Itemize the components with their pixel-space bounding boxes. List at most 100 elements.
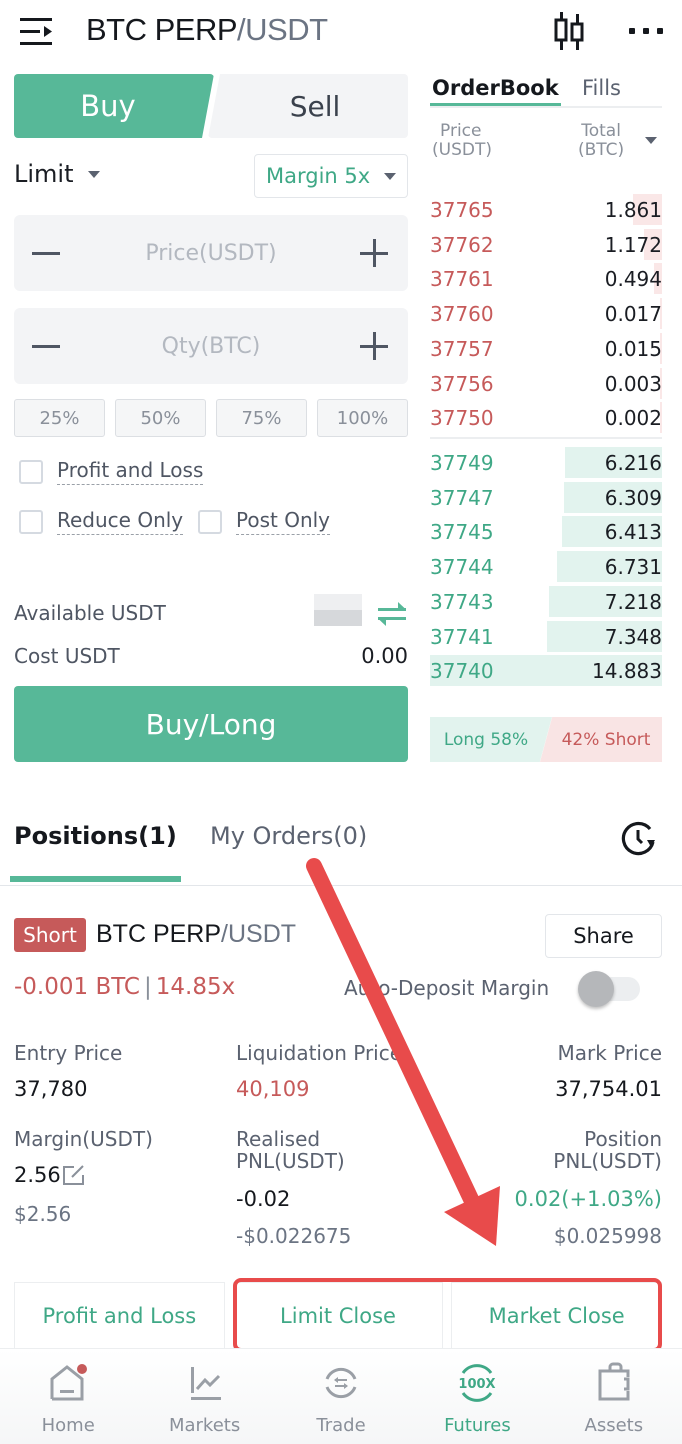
position-symbol-base: BTC PERP xyxy=(96,920,222,948)
plus-icon[interactable] xyxy=(360,239,390,269)
ask-row[interactable]: 37765 1.861 xyxy=(430,194,662,226)
ask-total: 1.861 xyxy=(604,198,662,222)
ask-row[interactable]: 37762 1.172 xyxy=(430,228,662,261)
post-only-checkbox-row[interactable]: Post Only xyxy=(198,508,331,535)
bid-row[interactable]: 37741 7.348 xyxy=(430,620,662,653)
nav-item-futures[interactable]: 100X Futures xyxy=(409,1349,545,1444)
qty-input[interactable] xyxy=(84,308,338,384)
trade-exchange-icon xyxy=(325,1367,357,1399)
reduce-only-checkbox-row[interactable]: Reduce Only xyxy=(19,508,184,535)
plus-icon[interactable] xyxy=(360,332,390,362)
ask-price: 37756 xyxy=(430,371,494,396)
ask-row[interactable]: 37757 0.015 xyxy=(430,332,662,365)
bid-row[interactable]: 37745 6.413 xyxy=(430,516,662,548)
ask-row[interactable]: 37750 0.002 xyxy=(430,402,662,434)
bid-row[interactable]: 37744 6.731 xyxy=(430,551,662,583)
bid-price: 37749 xyxy=(430,451,494,475)
menu-icon[interactable] xyxy=(20,16,54,48)
ask-total: 0.003 xyxy=(604,371,662,396)
tab-fills[interactable]: Fills xyxy=(582,76,621,100)
realised-label-line2: PNL(USDT) xyxy=(236,1149,345,1173)
post-only-checkbox[interactable] xyxy=(198,509,222,534)
reduce-only-checkbox[interactable] xyxy=(19,509,43,534)
minus-icon[interactable] xyxy=(32,239,62,267)
profit-loss-button[interactable]: Profit and Loss xyxy=(14,1282,225,1348)
ask-price: 37761 xyxy=(430,267,494,292)
orderbook-divider xyxy=(430,437,662,439)
percent-25-button[interactable]: 25% xyxy=(14,399,105,437)
transfer-icon[interactable] xyxy=(376,600,408,628)
ask-price: 37760 xyxy=(430,302,494,327)
order-type-select[interactable]: Limit xyxy=(14,160,100,188)
bid-row[interactable]: 37747 6.309 xyxy=(430,481,662,514)
ask-row[interactable]: 37761 0.494 xyxy=(430,263,662,295)
price-input[interactable] xyxy=(84,215,338,291)
positions-tabs: Positions(1) My Orders(0) xyxy=(0,800,682,886)
bid-row[interactable]: 37749 6.216 xyxy=(430,447,662,479)
margin-select[interactable]: Margin 5x xyxy=(254,154,408,198)
nav-item-home[interactable]: Home xyxy=(0,1349,136,1444)
ask-total: 0.017 xyxy=(604,302,662,327)
ask-price: 37762 xyxy=(430,232,494,257)
percent-75-button[interactable]: 75% xyxy=(216,399,307,437)
bid-price: 37740 xyxy=(430,659,494,684)
ask-total: 1.172 xyxy=(604,232,662,257)
ask-row[interactable]: 37760 0.017 xyxy=(430,298,662,330)
home-icon xyxy=(50,1364,88,1401)
sort-dropdown-icon[interactable] xyxy=(645,137,657,144)
position-quantity: -0.001 BTC xyxy=(14,974,140,1000)
history-icon[interactable] xyxy=(620,820,660,858)
limit-close-button[interactable]: Limit Close xyxy=(232,1282,444,1348)
separator: | xyxy=(144,974,152,1000)
position-pnl-label-line2: PNL(USDT) xyxy=(553,1149,662,1173)
price-column-header: Price (USDT) xyxy=(432,122,492,160)
total-column-header[interactable]: Total (BTC) xyxy=(578,122,624,160)
profit-loss-checkbox[interactable] xyxy=(19,459,43,484)
orderbook-tabs: OrderBook Fills xyxy=(430,74,662,108)
nav-item-trade[interactable]: Trade xyxy=(273,1349,409,1444)
bid-total: 6.216 xyxy=(604,451,662,475)
realised-pnl-label: Realised PNL(USDT) xyxy=(236,1128,345,1172)
bid-row[interactable]: 37740 14.883 xyxy=(430,655,662,687)
sell-tab[interactable]: Sell xyxy=(208,74,408,138)
more-icon[interactable] xyxy=(628,26,664,36)
market-close-button[interactable]: Market Close xyxy=(451,1282,663,1348)
mark-price-label: Mark Price xyxy=(557,1041,662,1065)
realised-label-line1: Realised xyxy=(236,1127,321,1151)
auto-deposit-toggle[interactable] xyxy=(578,971,642,1007)
margin-usd: $2.56 xyxy=(14,1202,72,1226)
percent-100-button[interactable]: 100% xyxy=(317,399,408,437)
share-button[interactable]: Share xyxy=(545,914,662,958)
tab-my-orders[interactable]: My Orders(0) xyxy=(210,822,367,850)
cost-label: Cost USDT xyxy=(14,644,120,668)
price-header-line1: Price xyxy=(440,121,482,141)
ask-total: 0.002 xyxy=(604,406,662,431)
ask-row[interactable]: 37756 0.003 xyxy=(430,367,662,400)
position-pnl-label: Position PNL(USDT) xyxy=(553,1128,662,1172)
ask-price: 37750 xyxy=(430,406,494,431)
buy-long-button[interactable]: Buy/Long xyxy=(14,686,408,762)
bid-total: 7.218 xyxy=(604,589,662,614)
page-title[interactable]: BTC PERP/USDT xyxy=(86,12,328,48)
symbol-base: BTC PERP xyxy=(86,12,238,47)
wallet-icon xyxy=(598,1362,630,1401)
profit-loss-checkbox-row[interactable]: Profit and Loss xyxy=(19,458,204,485)
entry-price-value: 37,780 xyxy=(14,1077,88,1101)
buy-tab[interactable]: Buy xyxy=(14,74,214,138)
edit-margin-icon[interactable] xyxy=(62,1164,86,1186)
percent-50-button[interactable]: 50% xyxy=(115,399,206,437)
bid-row[interactable]: 37743 7.218 xyxy=(430,585,662,618)
nav-label-home: Home xyxy=(41,1415,95,1436)
nav-item-markets[interactable]: Markets xyxy=(136,1349,272,1444)
minus-icon[interactable] xyxy=(32,332,62,360)
tab-positions[interactable]: Positions(1) xyxy=(10,822,181,882)
nav-item-assets[interactable]: Assets xyxy=(546,1349,682,1444)
symbol-quote: /USDT xyxy=(237,12,328,47)
candlestick-chart-icon[interactable] xyxy=(552,10,588,52)
available-label: Available USDT xyxy=(14,601,166,625)
ask-price: 37765 xyxy=(430,198,494,222)
tab-orderbook[interactable]: OrderBook xyxy=(430,76,561,106)
post-only-label: Post Only xyxy=(236,508,331,535)
order-type-label: Limit xyxy=(14,160,74,188)
total-header-line1: Total xyxy=(581,121,621,141)
